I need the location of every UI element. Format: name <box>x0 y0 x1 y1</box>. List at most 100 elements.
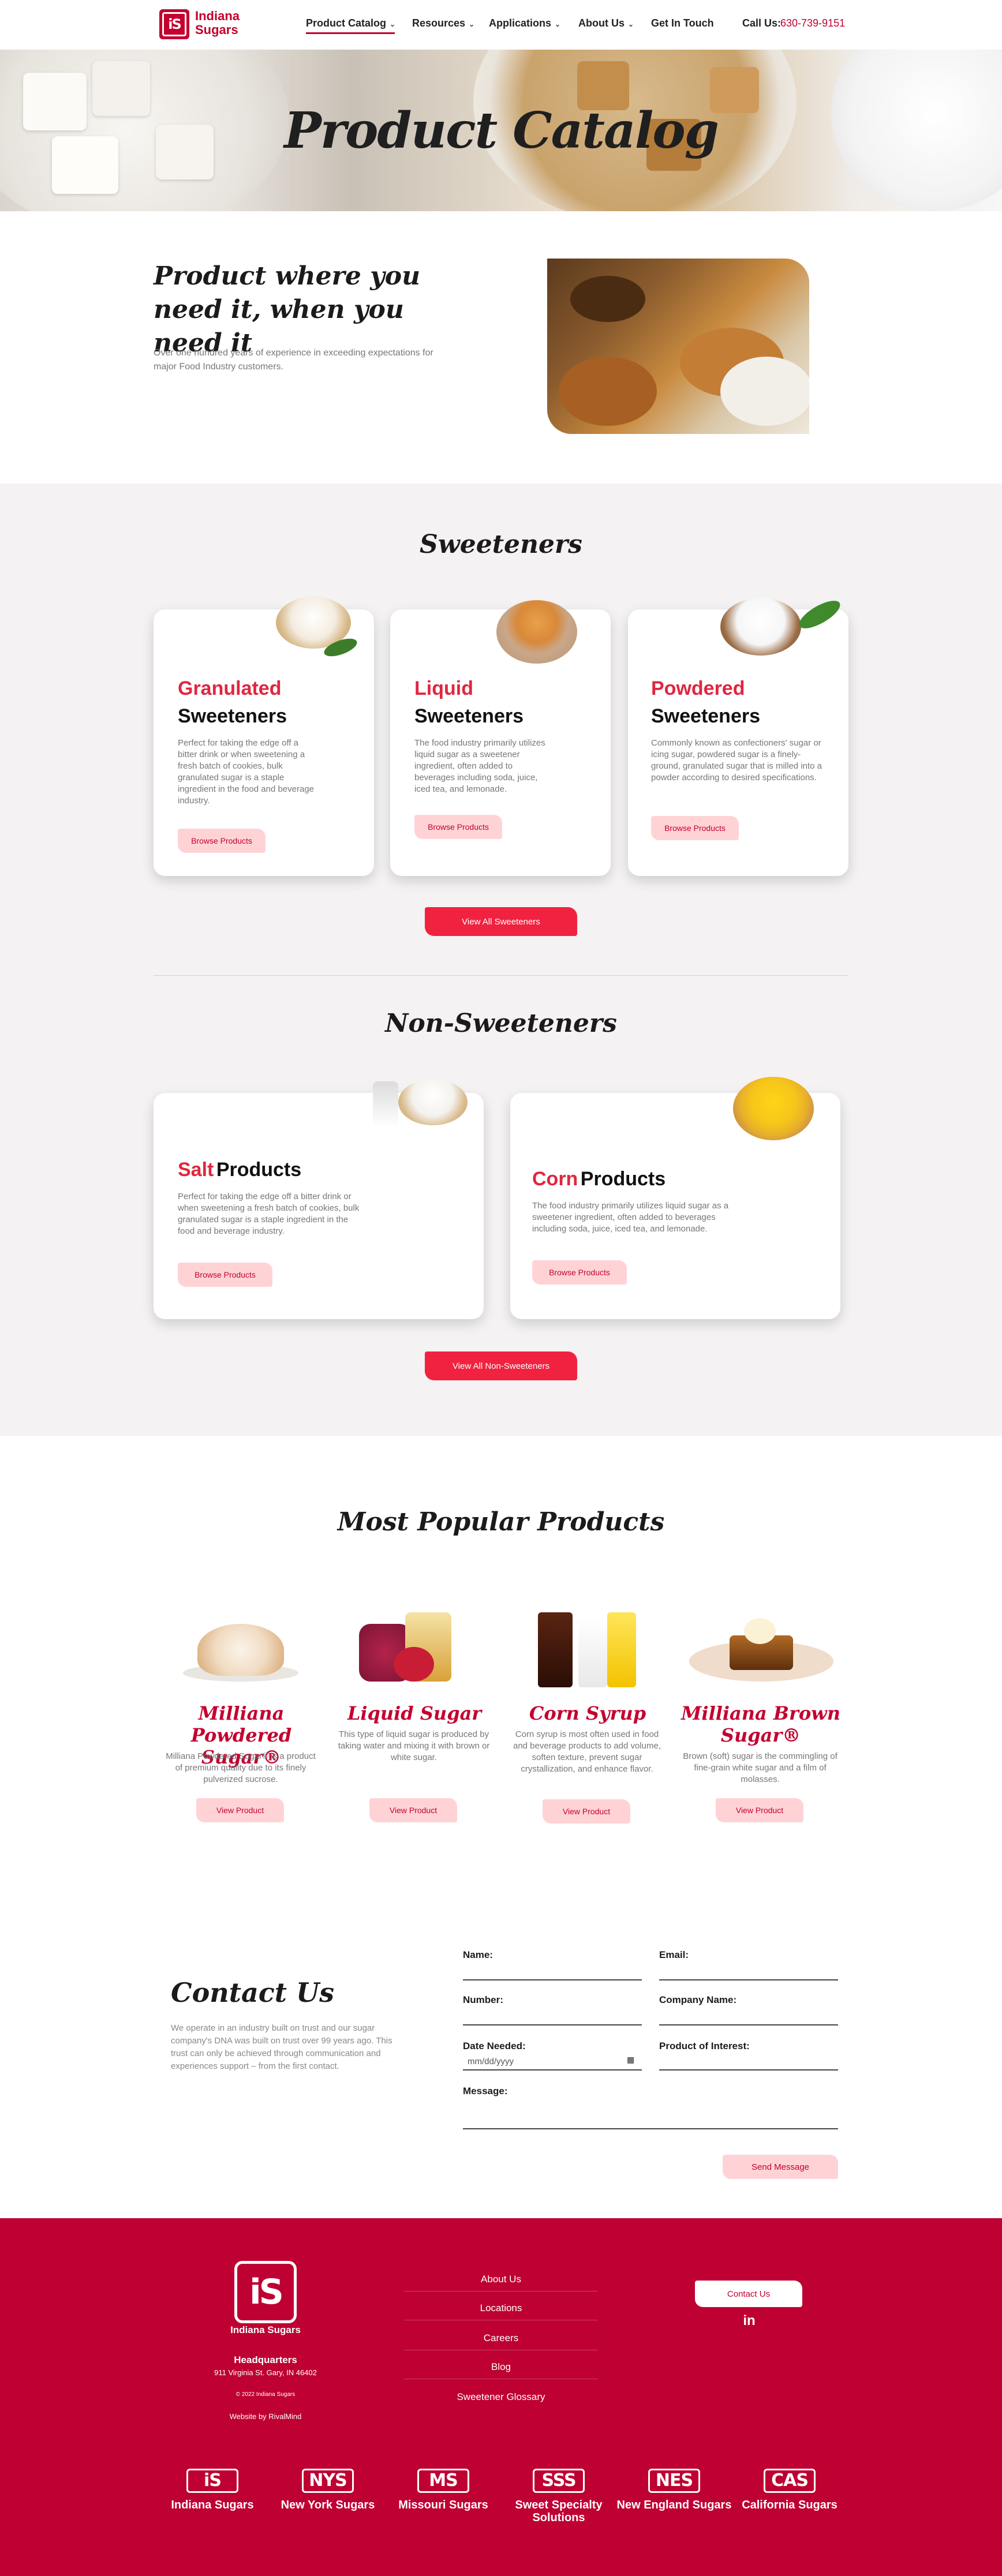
send-message-button[interactable]: Send Message <box>723 2155 838 2179</box>
liquid-sugar-bowl-image <box>496 600 577 664</box>
view-all-sweeteners-button[interactable]: View All Sweeteners <box>425 907 577 936</box>
name-field[interactable] <box>463 1979 642 1980</box>
hq-label: Headquarters <box>234 2354 297 2365</box>
product-text: This type of liquid sugar is produced by… <box>338 1729 490 1762</box>
popular-title: Most Popular Products <box>337 1507 665 1537</box>
card-salt: Salt Products Perfect for taking the edg… <box>154 1093 484 1319</box>
card-heading: Corn Products <box>532 1168 665 1190</box>
salt-shaker-image <box>373 1081 398 1128</box>
brand-california-sugars[interactable]: CAS California Sugars <box>732 2469 847 2511</box>
corn-kernels-image <box>733 1077 814 1140</box>
product-title: Corn Syrup <box>529 1702 646 1724</box>
logo[interactable]: iS <box>159 9 189 39</box>
nav-label: Product Catalog <box>306 17 387 29</box>
footer-link-blog[interactable]: Blog <box>404 2361 598 2379</box>
product-field[interactable] <box>659 2069 838 2070</box>
view-all-non-sweeteners-button[interactable]: View All Non-Sweeteners <box>425 1351 577 1380</box>
brand-indiana-sugars[interactable]: iS Indiana Sugars <box>155 2469 270 2511</box>
nav-label: Applications <box>489 17 552 29</box>
card-accent-title: Granulated <box>178 677 282 699</box>
date-label: Date Needed: <box>463 2040 526 2051</box>
card-accent-title: Powdered <box>651 677 745 699</box>
footer-logo[interactable]: iS <box>234 2261 297 2323</box>
brand-missouri-sugars[interactable]: MS Missouri Sugars <box>386 2469 501 2511</box>
company-field[interactable] <box>659 2024 838 2025</box>
footer-company: Indiana Sugars <box>230 2324 301 2335</box>
sugar-variety-image <box>547 259 809 434</box>
corn-syrup-drinks-image <box>526 1595 648 1687</box>
browse-products-button[interactable]: Browse Products <box>532 1260 627 1285</box>
linkedin-icon[interactable]: in <box>738 2313 761 2329</box>
product-title: Milliana Brown Sugar® <box>681 1702 840 1746</box>
caramel-pieces-image <box>559 357 657 426</box>
browse-products-button[interactable]: Browse Products <box>651 816 739 840</box>
brand-mark: SSS <box>533 2469 585 2493</box>
contact-title: Contact Us <box>171 1977 335 2008</box>
card-text: Perfect for taking the edge off a bitter… <box>178 738 315 806</box>
lemonade-glass-image <box>607 1612 636 1687</box>
nav-product-catalog[interactable]: Product Catalog ⌄ <box>306 17 395 29</box>
card-accent-title: Liquid <box>414 677 473 699</box>
view-product-button[interactable]: View Product <box>369 1798 457 1822</box>
milk-glass-image <box>578 1618 607 1687</box>
calendar-icon[interactable]: ▦ <box>627 2055 634 2065</box>
nav-resources[interactable]: Resources ⌄ <box>412 17 474 29</box>
footer-link-about-us[interactable]: About Us <box>404 2274 598 2292</box>
view-product-button[interactable]: View Product <box>196 1798 284 1822</box>
browse-products-button[interactable]: Browse Products <box>178 829 266 853</box>
call-label: Call Us: <box>742 17 782 29</box>
page: iS Indiana Sugars Product Catalog ⌄ Resou… <box>0 0 1002 2576</box>
intro-text: Over one hundred years of experience in … <box>154 348 433 372</box>
card-text: Perfect for taking the edge off a bitter… <box>178 1192 360 1236</box>
view-product-button[interactable]: View Product <box>716 1798 803 1822</box>
nav-label: Get In Touch <box>651 17 714 29</box>
brand-sweet-specialty-solutions[interactable]: SSS Sweet Specialty Solutions <box>501 2469 616 2524</box>
nav-active-underline <box>306 32 395 34</box>
footer-link-locations[interactable]: Locations <box>404 2302 598 2320</box>
email-field[interactable] <box>659 1979 838 1980</box>
hero-banner: Product Catalog <box>0 50 1002 211</box>
number-field[interactable] <box>463 2024 642 2025</box>
nav-about-us[interactable]: About Us ⌄ <box>578 17 634 29</box>
footer-contact-button[interactable]: Contact Us <box>695 2281 802 2307</box>
ice-cream-image <box>744 1618 776 1644</box>
logo-text[interactable]: Indiana Sugars <box>195 9 264 37</box>
brand-new-york-sugars[interactable]: NYS New York Sugars <box>270 2469 386 2511</box>
intro-heading: Product where you need it, when you need… <box>154 261 421 358</box>
browse-products-button[interactable]: Browse Products <box>178 1263 272 1287</box>
phone-link[interactable]: 630-739-9151 <box>780 17 845 29</box>
liquid-sugar-jam-image <box>353 1601 474 1687</box>
card-accent-title: Salt <box>178 1159 214 1181</box>
email-label: Email: <box>659 1949 689 1960</box>
date-field[interactable] <box>463 2069 642 2070</box>
brand-name: Indiana Sugars <box>171 2499 254 2511</box>
cola-glass-image <box>538 1612 573 1687</box>
brand-mark: NES <box>648 2469 700 2493</box>
message-label: Message: <box>463 2085 508 2096</box>
product-text: Brown (soft) sugar is the commingling of… <box>683 1751 838 1784</box>
browse-products-button[interactable]: Browse Products <box>414 815 502 839</box>
card-liquid: Liquid Sweeteners The food industry prim… <box>390 609 611 876</box>
chevron-down-icon: ⌄ <box>628 20 634 28</box>
brand-name: New England Sugars <box>616 2499 732 2511</box>
nav-applications[interactable]: Applications ⌄ <box>489 17 560 29</box>
view-product-button[interactable]: View Product <box>543 1799 630 1824</box>
credit-link[interactable]: Website by RivalMind <box>208 2412 323 2421</box>
brand-mark: NYS <box>302 2469 354 2493</box>
nav-get-in-touch[interactable]: Get In Touch <box>651 17 714 29</box>
donut-pile-image <box>197 1624 284 1676</box>
nav-label: Resources <box>412 17 466 29</box>
card-heading: Salt Products <box>178 1159 301 1181</box>
footer-link-sweetener-glossary[interactable]: Sweetener Glossary <box>404 2391 598 2409</box>
product-label: Product of Interest: <box>659 2040 750 2051</box>
card-text: The food industry primarily utilizes liq… <box>532 1201 729 1234</box>
message-field[interactable] <box>463 2128 838 2129</box>
card-title: Products <box>216 1159 302 1181</box>
chevron-down-icon: ⌄ <box>390 20 396 28</box>
date-placeholder: mm/dd/yyyy <box>468 2057 514 2066</box>
brand-new-england-sugars[interactable]: NES New England Sugars <box>616 2469 732 2511</box>
brand-name: California Sugars <box>742 2499 838 2511</box>
company-label: Company Name: <box>659 1994 737 2005</box>
product-text: Corn syrup is most often used in food an… <box>513 1729 661 1774</box>
footer-link-careers[interactable]: Careers <box>404 2332 598 2350</box>
